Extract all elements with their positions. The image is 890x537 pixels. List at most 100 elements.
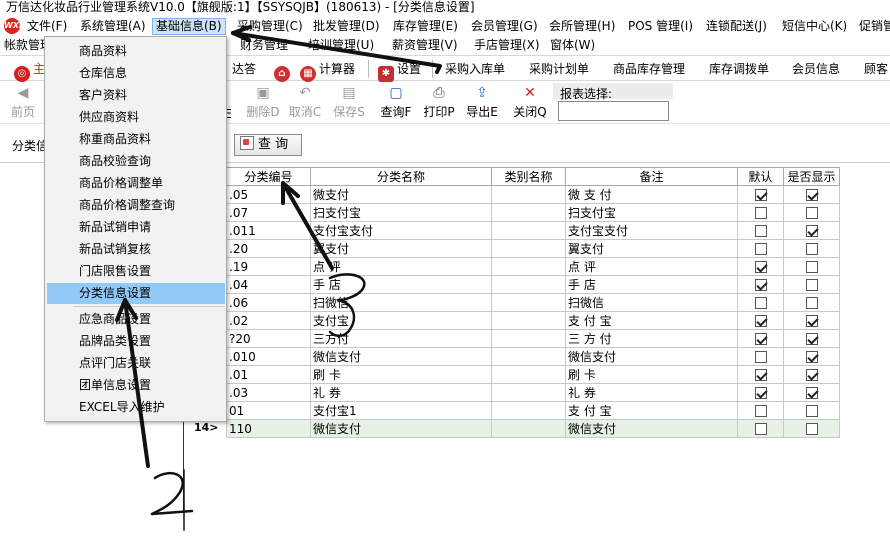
dropdown-item[interactable]: 商品校验查询 <box>47 151 225 172</box>
menu-sms[interactable]: 短信中心(K) <box>779 18 850 35</box>
cancel-button[interactable]: ↶ 取消C <box>282 85 328 121</box>
dropdown-item[interactable]: 商品价格调整单 <box>47 173 225 194</box>
cell-code[interactable]: .07 <box>226 203 311 222</box>
default-checkbox[interactable] <box>754 405 767 417</box>
menu-window[interactable]: 窗体(W) <box>550 37 595 54</box>
cell-category[interactable] <box>491 419 566 438</box>
cell-code[interactable]: .04 <box>226 275 311 294</box>
dropdown-item[interactable]: 门店限售设置 <box>47 261 225 282</box>
quick-calculator[interactable]: ▦ 计算器 <box>300 59 355 82</box>
default-checkbox[interactable] <box>754 207 767 219</box>
table-row[interactable]: .05 微支付 微 支 付 <box>226 185 840 204</box>
cell-name[interactable]: 支付宝支付 <box>310 221 492 240</box>
cell-note[interactable]: 支 付 宝 <box>565 311 738 330</box>
dropdown-item[interactable]: EXCEL导入维护 <box>47 397 225 418</box>
cell-note[interactable]: 支付宝支付 <box>565 221 738 240</box>
cell-code[interactable]: 01 <box>226 401 311 420</box>
cell-name[interactable]: 微支付 <box>310 185 492 204</box>
menu-file[interactable]: 文件(F) <box>24 18 70 35</box>
show-checkbox[interactable] <box>805 387 818 399</box>
cell-code[interactable]: .02 <box>226 311 311 330</box>
cell-name[interactable]: 支付宝 <box>310 311 492 330</box>
table-row[interactable]: .03 礼 券礼 券 <box>226 383 840 402</box>
table-row[interactable]: .011 支付宝支付 支付宝支付 <box>226 221 840 240</box>
table-row[interactable]: .06 扫微信 扫微信 <box>226 293 840 312</box>
default-checkbox[interactable] <box>754 423 767 435</box>
quick-customer[interactable]: 顾客 <box>864 59 888 79</box>
menu-system[interactable]: 系统管理(A) <box>77 18 149 35</box>
dropdown-item[interactable]: 称重商品资料 <box>47 129 225 150</box>
cell-name[interactable]: 微信支付 <box>310 419 492 438</box>
cell-note[interactable]: 翼支付 <box>565 239 738 258</box>
close-button[interactable]: ✕ 关闭Q <box>507 85 553 121</box>
quick-settings[interactable]: ✱ 设置 <box>378 59 421 82</box>
query-toolbar-button[interactable]: ▢ 查询F <box>373 85 419 121</box>
default-checkbox[interactable] <box>754 333 767 345</box>
cell-note[interactable]: 微信支付 <box>565 419 738 438</box>
show-checkbox[interactable] <box>805 351 818 363</box>
menu-purchase[interactable]: 采购管理(C) <box>234 18 306 35</box>
cell-name[interactable]: 支付宝1 <box>310 401 492 420</box>
cell-name[interactable]: 微信支付 <box>310 347 492 366</box>
show-checkbox[interactable] <box>805 405 818 417</box>
cell-name[interactable]: 点 评 <box>310 257 492 276</box>
cell-code[interactable]: .010 <box>226 347 311 366</box>
dropdown-item[interactable]: 商品资料 <box>47 41 225 62</box>
default-checkbox[interactable] <box>754 189 767 201</box>
dropdown-item[interactable]: 客户资料 <box>47 85 225 106</box>
default-checkbox[interactable] <box>754 315 767 327</box>
default-checkbox[interactable] <box>754 279 767 291</box>
dropdown-item[interactable]: 仓库信息 <box>47 63 225 84</box>
cell-note[interactable]: 点 评 <box>565 257 738 276</box>
show-checkbox[interactable] <box>805 333 818 345</box>
cell-category[interactable] <box>491 203 566 222</box>
menu-salary[interactable]: 薪资管理(V) <box>392 37 458 54</box>
table-row[interactable]: .010 微信支付 微信支付 <box>226 347 840 366</box>
show-checkbox[interactable] <box>805 243 818 255</box>
table-row[interactable]: .02 支付宝 支 付 宝 <box>226 311 840 330</box>
dropdown-item[interactable]: 新品试销复核 <box>47 239 225 260</box>
quick-purchase-in[interactable]: 采购入库单 <box>445 59 505 79</box>
menu-club[interactable]: 会所管理(H) <box>546 18 618 35</box>
default-checkbox[interactable] <box>754 261 767 273</box>
cell-category[interactable] <box>491 329 566 348</box>
menu-basic-info[interactable]: 基础信息(B) <box>152 18 226 35</box>
show-checkbox[interactable] <box>805 207 818 219</box>
cell-category[interactable] <box>491 293 566 312</box>
cell-note[interactable]: 手 店 <box>565 275 738 294</box>
delete-button[interactable]: ▣ 删除D <box>240 85 286 121</box>
table-row[interactable]: .04 手 店手 店 <box>226 275 840 294</box>
cell-category[interactable] <box>491 185 566 204</box>
default-checkbox[interactable] <box>754 225 767 237</box>
cell-note[interactable]: 扫微信 <box>565 293 738 312</box>
cell-category[interactable] <box>491 257 566 276</box>
print-button[interactable]: ⎙ 打印P <box>416 85 462 121</box>
cell-code[interactable]: .03 <box>226 383 311 402</box>
quick-transfer[interactable]: 库存调拨单 <box>709 59 769 79</box>
cell-category[interactable] <box>491 401 566 420</box>
menu-wholesale[interactable]: 批发管理(D) <box>310 18 383 35</box>
cell-category[interactable] <box>491 221 566 240</box>
menu-pos[interactable]: POS 管理(I) <box>625 18 696 35</box>
menu-training[interactable]: 培训管理(U) <box>308 37 374 54</box>
table-row[interactable]: .19 点 评点 评 <box>226 257 840 276</box>
menu-inventory[interactable]: 库存管理(E) <box>390 18 461 35</box>
cell-name[interactable]: 刷 卡 <box>310 365 492 384</box>
quick-main[interactable]: ◎ 主 <box>14 59 45 82</box>
table-row[interactable]: 01 支付宝1 支 付 宝 <box>226 401 840 420</box>
prev-page-button[interactable]: ◀ 前页 <box>0 85 46 121</box>
default-checkbox[interactable] <box>754 351 767 363</box>
column-header-show[interactable]: 是否显示 <box>783 167 840 186</box>
cell-category[interactable] <box>491 311 566 330</box>
table-row[interactable]: ?20 三方付 三 方 付 <box>226 329 840 348</box>
column-header-category[interactable]: 类别名称 <box>491 167 566 186</box>
export-button[interactable]: ⇪ 导出E <box>459 85 505 121</box>
dropdown-item[interactable]: 分类信息设置 <box>47 283 225 304</box>
show-checkbox[interactable] <box>805 315 818 327</box>
cell-note[interactable]: 扫支付宝 <box>565 203 738 222</box>
cell-name[interactable]: 扫支付宝 <box>310 203 492 222</box>
table-row[interactable]: .07 扫支付宝 扫支付宝 <box>226 203 840 222</box>
show-checkbox[interactable] <box>805 423 818 435</box>
cell-name[interactable]: 翼支付 <box>310 239 492 258</box>
dropdown-item[interactable]: 点评门店关联 <box>47 353 225 374</box>
